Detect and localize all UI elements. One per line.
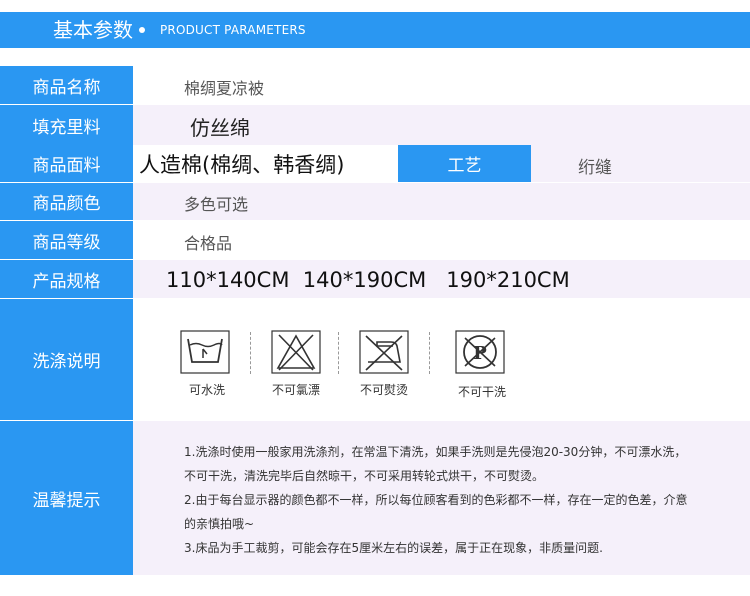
tip-line: 3.床品为手工裁剪，可能会存在5厘米左右的误差，属于正在现象，非质量问题. xyxy=(184,541,603,555)
param-row-fabric: 商品面料 人造棉(棉绸、韩香绸) 工艺 绗缝 xyxy=(0,145,750,182)
param-row-size: 产品规格 110*140CM 140*190CM 190*210CM xyxy=(0,260,750,298)
param-label: 商品等级 xyxy=(0,221,133,259)
divider xyxy=(429,332,430,374)
divider xyxy=(338,332,339,374)
tip-line: 的亲慎拍哦~ xyxy=(184,517,255,531)
tip-line: 不可干洗，清洗完毕后自然晾干，不可采用转轮式烘干，不可熨烫。 xyxy=(184,469,545,483)
param-row-grade: 商品等级 合格品 xyxy=(0,221,750,259)
param-label: 洗涤说明 xyxy=(0,299,133,420)
param-label: 商品颜色 xyxy=(0,183,133,220)
param-value: 棉绸夏凉被 xyxy=(184,79,265,98)
craft-label: 工艺 xyxy=(398,145,531,182)
param-value-cell: 人造棉(棉绸、韩香绸) 工艺 绗缝 xyxy=(133,145,750,182)
no-iron-icon xyxy=(359,330,409,374)
param-label: 填充里料 xyxy=(0,105,133,145)
param-value-cell: 仿丝绵 xyxy=(133,105,750,145)
param-label: 商品面料 xyxy=(0,145,133,182)
param-row-name: 商品名称 棉绸夏凉被 xyxy=(0,66,750,104)
param-row-color: 商品颜色 多色可选 xyxy=(0,183,750,220)
param-value: 仿丝绵 xyxy=(190,116,250,140)
param-value-cell: 棉绸夏凉被 xyxy=(133,66,750,104)
craft-value-cell: 绗缝 xyxy=(531,145,750,182)
section-header: 基本参数 PRODUCT PARAMETERS xyxy=(0,12,750,48)
tip-line: 2.由于每台显示器的颜色都不一样，所以每位顾客看到的色彩都不一样，存在一定的色差… xyxy=(184,493,688,507)
no-dry-clean-icon: P xyxy=(455,330,505,374)
param-value-cell: 合格品 xyxy=(133,221,750,259)
param-value: 人造棉(棉绸、韩香绸) xyxy=(139,153,345,177)
craft-value: 绗缝 xyxy=(578,158,612,178)
care-label: 不可熨烫 xyxy=(360,383,409,397)
divider xyxy=(250,332,251,374)
param-row-wash: 洗涤说明 可水洗 不可氯漂 不可熨烫 P 不可干洗 xyxy=(0,299,750,420)
care-label: 不可氯漂 xyxy=(272,383,321,397)
param-row-tips: 温馨提示 1.洗涤时使用一般家用洗涤剂，在常温下清洗，如果手洗则是先侵泡20-3… xyxy=(0,421,750,575)
param-value: 110*140CM 140*190CM 190*210CM xyxy=(166,268,570,292)
care-icons-cell: 可水洗 不可氯漂 不可熨烫 P 不可干洗 xyxy=(133,299,750,420)
param-value-cell: 110*140CM 140*190CM 190*210CM xyxy=(133,260,750,298)
care-label: 不可干洗 xyxy=(458,385,507,399)
param-value: 多色可选 xyxy=(184,195,249,214)
no-bleach-icon xyxy=(271,330,321,374)
section-subtitle: PRODUCT PARAMETERS xyxy=(160,23,306,37)
hand-wash-icon xyxy=(180,330,230,374)
param-value: 合格品 xyxy=(184,234,233,253)
bullet-dot-icon xyxy=(139,27,145,33)
param-row-filling: 填充里料 仿丝绵 xyxy=(0,105,750,145)
param-label: 温馨提示 xyxy=(0,421,133,575)
param-label: 产品规格 xyxy=(0,260,133,298)
param-value-cell: 多色可选 xyxy=(133,183,750,220)
care-label: 可水洗 xyxy=(189,383,226,397)
tip-line: 1.洗涤时使用一般家用洗涤剂，在常温下清洗，如果手洗则是先侵泡20-30分钟，不… xyxy=(184,445,687,459)
section-title: 基本参数 xyxy=(53,18,133,42)
param-label: 商品名称 xyxy=(0,66,133,104)
